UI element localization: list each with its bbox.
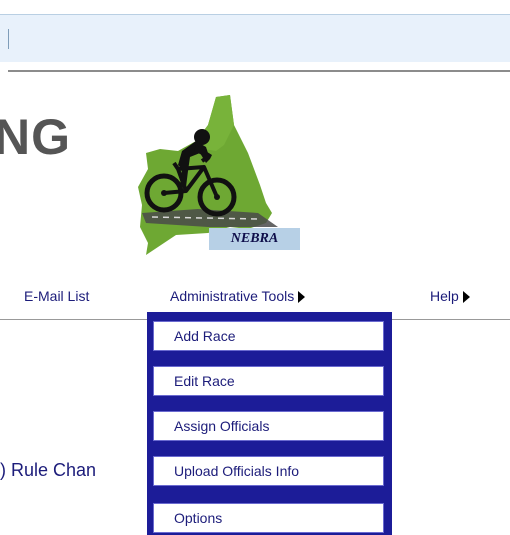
top-divider: [8, 70, 510, 72]
menu-item-add-race[interactable]: Add Race: [153, 321, 384, 351]
menu-item-edit-race[interactable]: Edit Race: [153, 366, 384, 396]
arrow-right-icon: [298, 291, 306, 303]
nav-administrative-tools[interactable]: Administrative Tools: [170, 288, 306, 304]
menu-item-upload-officials-info[interactable]: Upload Officials Info: [153, 456, 384, 486]
nav-administrative-tools-label: Administrative Tools: [170, 288, 295, 304]
page: NG NEBRA E-Mail List Administrative Tool…: [0, 0, 510, 535]
site-title: NG: [0, 109, 71, 165]
top-input-field[interactable]: [0, 14, 510, 62]
menu-item-assign-officials[interactable]: Assign Officials: [153, 411, 384, 441]
nav-help-label: Help: [430, 288, 459, 304]
arrow-right-icon: [462, 291, 470, 303]
admin-tools-dropdown: Add Race Edit Race Assign Officials Uplo…: [147, 312, 392, 535]
top-bar: [0, 0, 510, 72]
rule-changes-link[interactable]: ) Rule Chan: [0, 460, 96, 481]
nav-email-list[interactable]: E-Mail List: [24, 288, 89, 304]
logo-caption: NEBRA: [209, 228, 300, 250]
nav-help[interactable]: Help: [430, 288, 470, 304]
menu-item-options[interactable]: Options: [153, 503, 384, 533]
